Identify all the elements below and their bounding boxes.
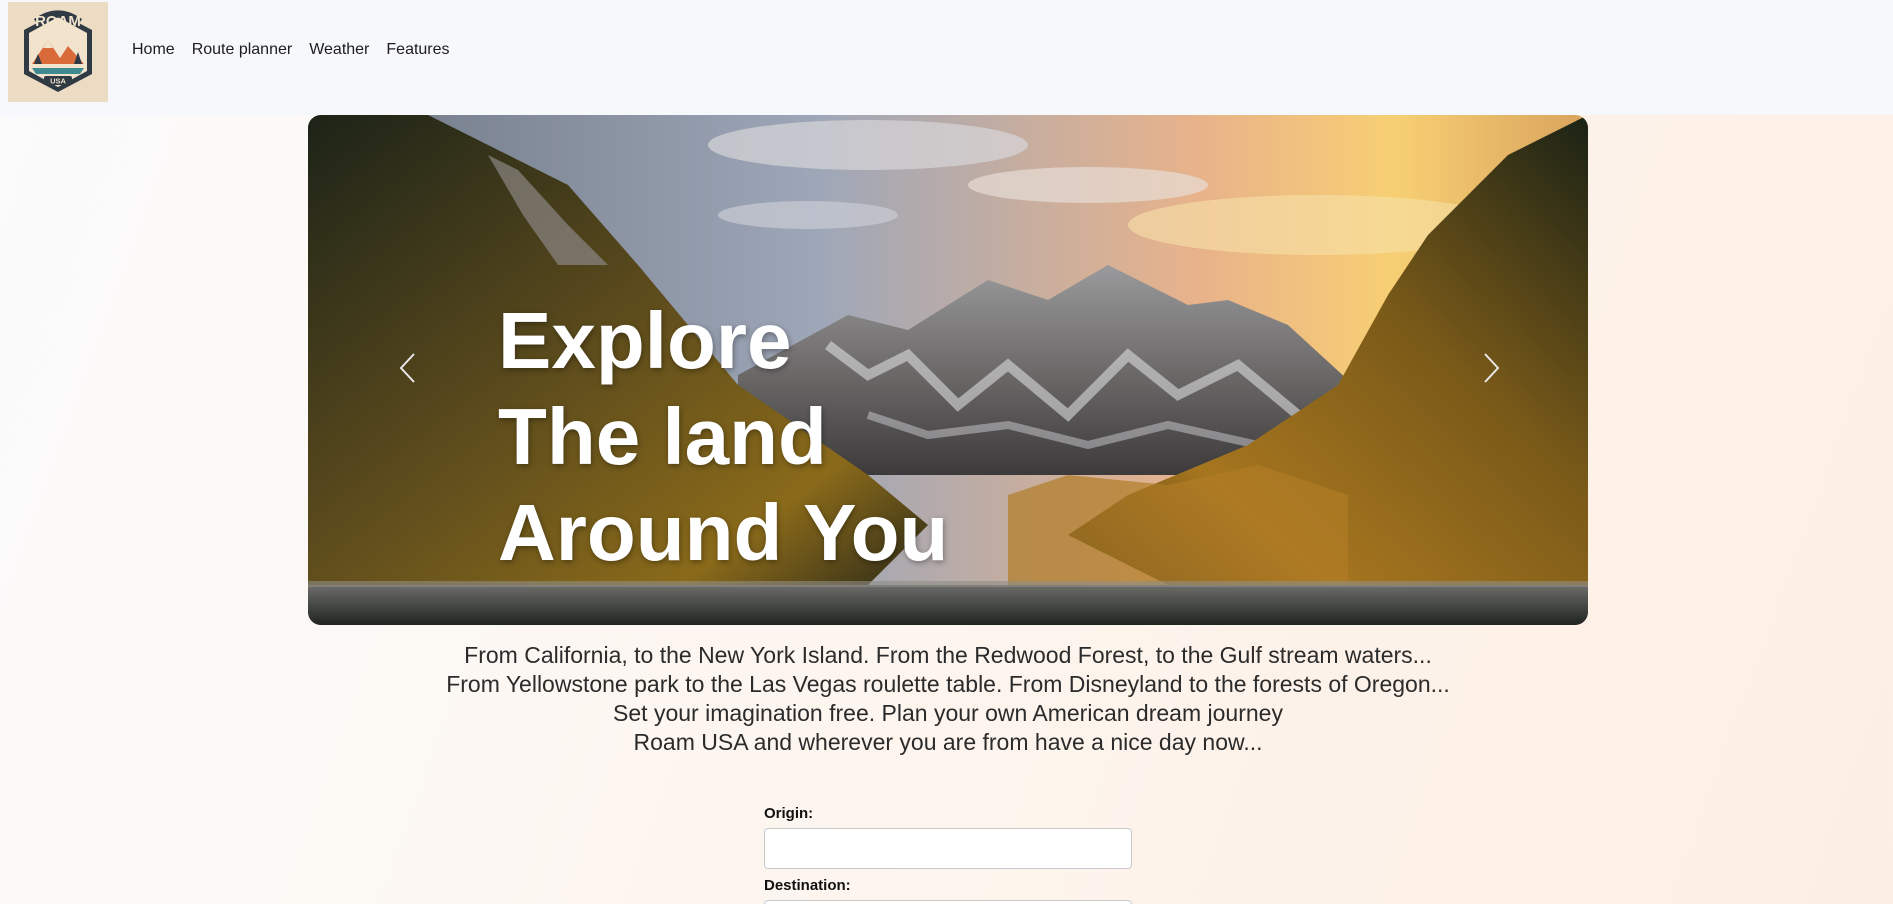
nav-links: Home Route planner Weather Features (132, 41, 450, 59)
origin-input[interactable] (764, 828, 1132, 869)
logo-badge-icon: ROAM USA (24, 10, 92, 92)
destination-label: Destination: (764, 877, 851, 894)
intro-line: From Yellowstone park to the Las Vegas r… (446, 671, 1450, 697)
roam-usa-logo[interactable]: ROAM USA (8, 2, 108, 102)
hero-title-line: Explore (498, 296, 792, 385)
chevron-left-icon (399, 353, 415, 383)
carousel-prev-button[interactable] (378, 333, 438, 403)
nav-link-weather[interactable]: Weather (309, 41, 369, 59)
origin-label: Origin: (764, 805, 814, 822)
destination-input[interactable] (764, 900, 1132, 904)
intro-line: From California, to the New York Island.… (464, 642, 1432, 668)
top-navbar: ROAM USA Home Route planner Weather Feat… (0, 0, 1893, 115)
intro-text: From California, to the New York Island.… (308, 641, 1588, 757)
nav-link-route-planner[interactable]: Route planner (192, 41, 293, 59)
hero-title-line: The land (498, 392, 827, 481)
carousel-next-button[interactable] (1461, 333, 1521, 403)
logo-subtext: USA (50, 77, 66, 86)
hero-title: Explore The land Around You (498, 293, 948, 581)
logo-text: ROAM (35, 13, 81, 30)
intro-line: Set your imagination free. Plan your own… (613, 700, 1283, 726)
hero-title-line: Around You (498, 488, 949, 577)
nav-link-features[interactable]: Features (386, 41, 449, 59)
nav-link-home[interactable]: Home (132, 41, 175, 59)
hero-carousel: Explore The land Around You (308, 115, 1588, 625)
route-form: Origin: Destination: (764, 805, 1134, 904)
intro-line: Roam USA and wherever you are from have … (633, 729, 1263, 755)
chevron-right-icon (1484, 353, 1500, 383)
